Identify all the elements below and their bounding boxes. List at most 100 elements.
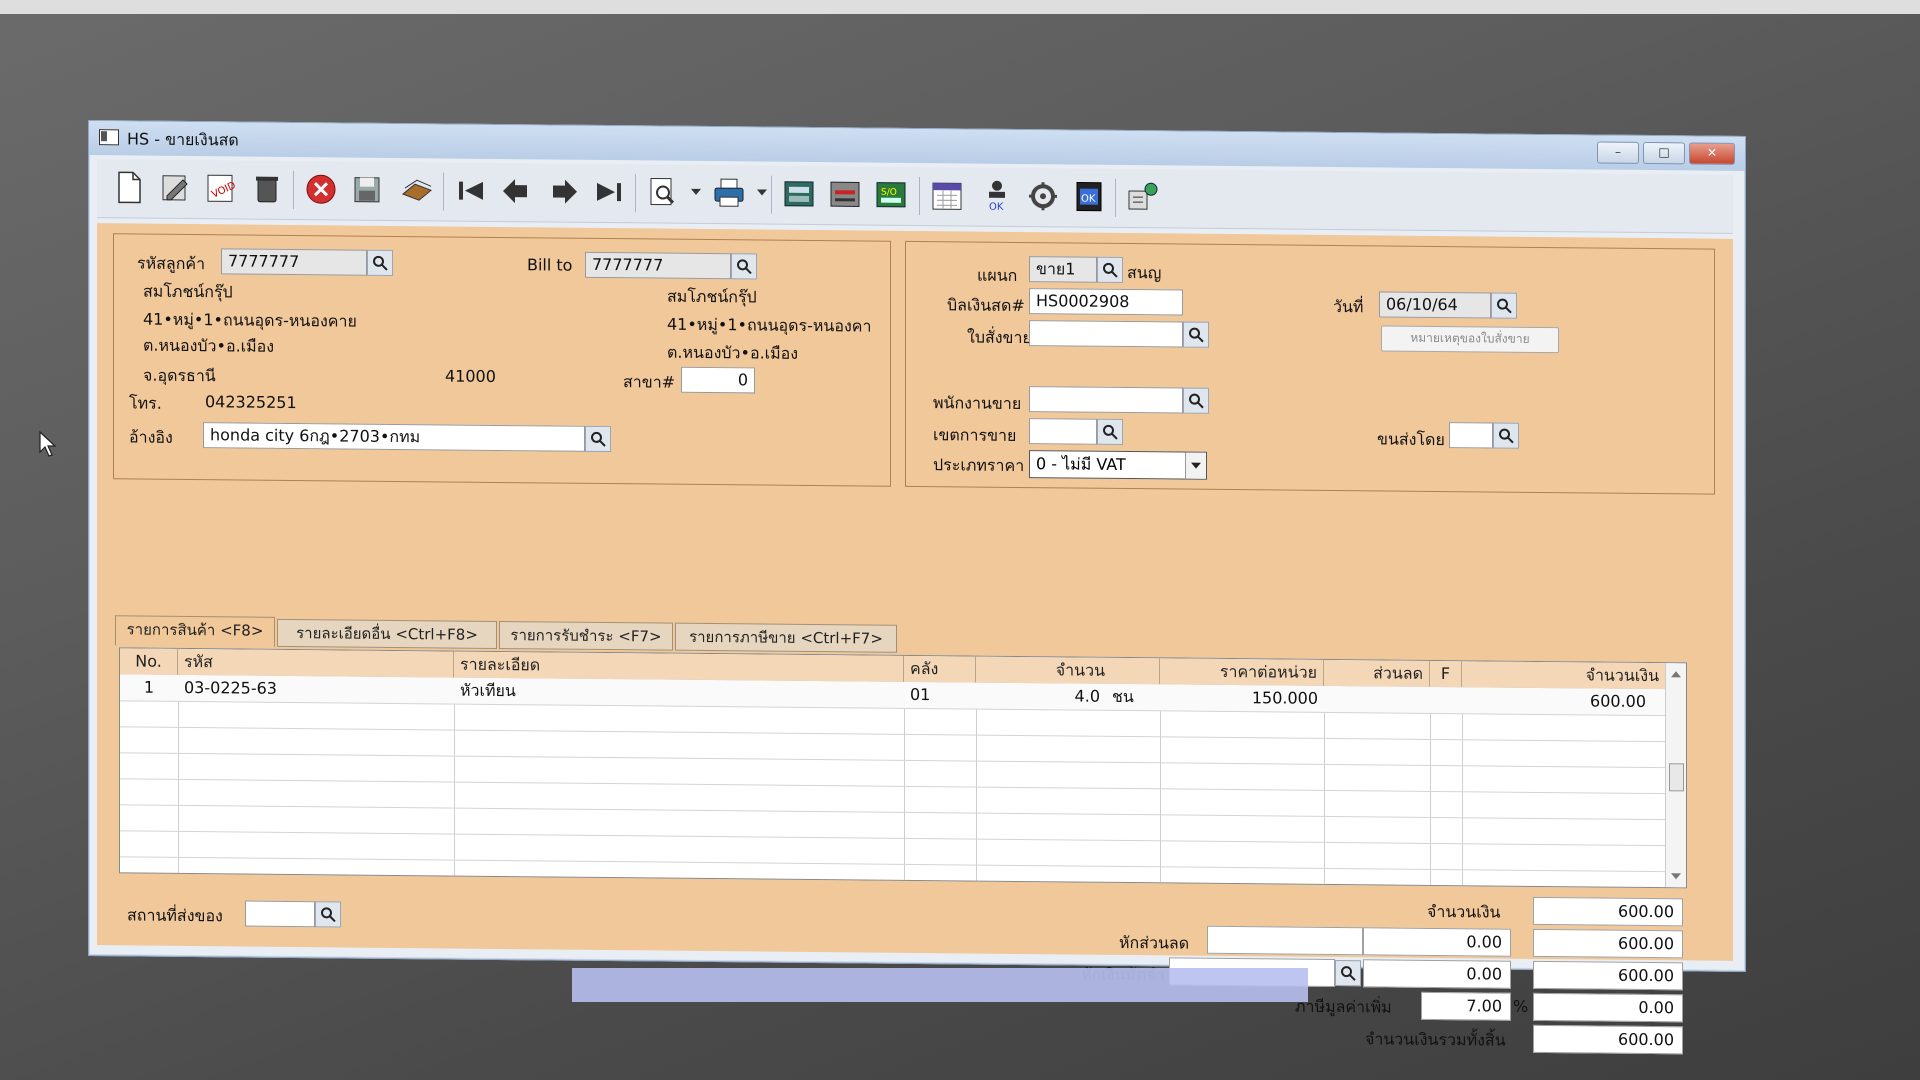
customer-addr1: 41•หมู่•1•ถนนอุดร-หนองคาย	[143, 309, 357, 331]
total-label: จำนวนเงินรวมทั้งสิ้น	[1365, 1029, 1506, 1050]
find-icon[interactable]	[643, 172, 683, 212]
branch-input[interactable]: 0	[681, 366, 755, 394]
department-input[interactable]: ขาย1	[1029, 256, 1097, 283]
ship-by-input[interactable]	[1449, 422, 1493, 449]
col-amount[interactable]: จำนวนเงิน	[1462, 661, 1666, 690]
customer-addr3: จ.อุดรธานี	[143, 365, 216, 386]
trash-icon[interactable]	[247, 169, 287, 209]
price-type-select[interactable]: 0 - ไม่มี VAT	[1029, 450, 1207, 480]
last-record-icon[interactable]	[589, 172, 629, 212]
col-unit-price[interactable]: ราคาต่อหน่วย	[1160, 658, 1324, 686]
report1-icon[interactable]	[779, 174, 819, 214]
calendar-icon[interactable]	[927, 175, 967, 215]
sales-order-input[interactable]	[1029, 320, 1183, 348]
department-search-icon[interactable]	[1097, 256, 1123, 283]
customer-addr2: ต.หนองบัว•อ.เมือง	[143, 335, 275, 356]
svg-text:OK: OK	[1081, 194, 1096, 205]
col-warehouse[interactable]: คลัง	[904, 655, 976, 683]
maximize-button[interactable]: □	[1643, 141, 1685, 165]
col-flag[interactable]: F	[1430, 660, 1462, 688]
scroll-down-icon[interactable]	[1671, 873, 1681, 880]
minimize-button[interactable]: –	[1597, 141, 1639, 164]
customer-name: สมโภชน์กรุ๊ป	[143, 281, 233, 302]
sales-area-label: เขตการขาย	[933, 425, 1017, 445]
next-record-icon[interactable]	[543, 171, 583, 211]
save-icon[interactable]	[347, 170, 387, 210]
ok-icon[interactable]: OK	[1069, 176, 1109, 216]
ship-by-label: ขนส่งโดย	[1377, 429, 1445, 450]
scroll-up-icon[interactable]	[1671, 671, 1681, 678]
grid-scrollbar[interactable]	[1665, 663, 1686, 888]
print-icon[interactable]	[709, 173, 749, 213]
vat-rate-input[interactable]: 7.00	[1421, 991, 1511, 1021]
col-discount[interactable]: ส่วนลด	[1324, 659, 1430, 687]
customer-phone: 042325251	[205, 392, 297, 413]
tab-payments[interactable]: รายการรับชำระ <F7>	[499, 620, 673, 651]
after-deposit-field: 600.00	[1533, 960, 1683, 991]
department-name: สนญ	[1127, 263, 1162, 283]
ship-by-search-icon[interactable]	[1493, 422, 1519, 449]
tab-sales-tax[interactable]: รายการภาษีขาย <Ctrl+F7>	[675, 622, 897, 653]
sales-order-note-button[interactable]: หมายเหตุของใบสั่งขาย	[1381, 325, 1559, 354]
col-code[interactable]: รหัส	[178, 648, 454, 678]
vat-percent-sign: %	[1513, 996, 1529, 1016]
sales-order-icon[interactable]: S/O	[871, 175, 911, 215]
date-picker-icon[interactable]	[1491, 292, 1517, 319]
ship-place-search-icon[interactable]	[315, 901, 341, 928]
col-no[interactable]: No.	[120, 648, 178, 675]
scroll-thumb[interactable]	[1669, 763, 1684, 792]
sales-area-search-icon[interactable]	[1097, 418, 1123, 445]
bill-number-input[interactable]: HS0002908	[1029, 288, 1183, 316]
amount-label: จำนวนเงิน	[1427, 901, 1501, 922]
discount-input[interactable]	[1207, 925, 1363, 956]
reference-search-icon[interactable]	[585, 425, 611, 453]
tab-other-details[interactable]: รายละเอียดอื่น <Ctrl+F8>	[277, 618, 497, 649]
ship-place-input[interactable]	[245, 900, 315, 928]
toolbar: VOID S/O OK OK	[97, 159, 1733, 234]
billto-code-input[interactable]: 7777777	[585, 251, 731, 280]
tools-icon[interactable]	[1023, 176, 1063, 216]
billto-label: Bill to	[527, 255, 573, 275]
new-doc-icon[interactable]	[109, 167, 149, 207]
sales-form: รหัสลูกค้า 7777777 สมโภชน์กรุ๊ป 41•หมู่•…	[97, 223, 1733, 1055]
salesman-search-icon[interactable]	[1183, 387, 1209, 414]
deposit-amount: 0.00	[1363, 959, 1511, 989]
tab-items[interactable]: รายการสินค้า <F8>	[115, 615, 275, 647]
cell-flag	[1430, 687, 1462, 713]
price-type-label: ประเภทราคา	[933, 455, 1025, 476]
billto-name: สมโภชน์กรุ๊ป	[667, 286, 757, 307]
cancel-icon[interactable]	[301, 169, 341, 209]
edit-icon[interactable]	[155, 168, 195, 208]
mouse-pointer-icon	[38, 430, 58, 458]
chevron-down-icon[interactable]	[1185, 452, 1206, 479]
report2-icon[interactable]	[825, 174, 865, 214]
copy-icon[interactable]	[397, 170, 437, 210]
approve-icon[interactable]: OK	[977, 176, 1017, 216]
salesman-input[interactable]	[1029, 386, 1183, 414]
customer-code-label: รหัสลูกค้า	[137, 253, 206, 274]
connect-icon[interactable]	[1123, 177, 1163, 217]
document-group	[905, 240, 1715, 495]
first-record-icon[interactable]	[451, 171, 491, 211]
customer-code-input[interactable]: 7777777	[221, 248, 367, 276]
date-input[interactable]: 06/10/64	[1379, 291, 1491, 319]
close-button[interactable]: ✕	[1689, 142, 1735, 165]
svg-text:OK: OK	[989, 202, 1004, 213]
price-type-value: 0 - ไม่มี VAT	[1036, 454, 1126, 475]
customer-search-icon[interactable]	[367, 249, 393, 276]
sales-order-search-icon[interactable]	[1183, 321, 1209, 348]
reference-label: อ้างอิง	[129, 427, 173, 447]
col-quantity[interactable]: จำนวน	[976, 656, 1160, 685]
discount-amount: 0.00	[1363, 927, 1511, 957]
sales-area-input[interactable]	[1029, 418, 1097, 445]
prev-record-icon[interactable]	[497, 171, 537, 211]
billto-addr2: ต.หนองบัว•อ.เมือง	[667, 342, 799, 363]
cell-discount	[1324, 686, 1430, 713]
billto-search-icon[interactable]	[731, 253, 757, 280]
cell-unit: ชน	[1112, 686, 1134, 707]
reference-input[interactable]: honda city 6กฎ•2703•กทม	[203, 422, 585, 452]
void-icon[interactable]: VOID	[201, 168, 241, 208]
discount-label: หักส่วนลด	[1119, 932, 1190, 953]
cell-code: 03-0225-63	[184, 677, 277, 698]
deposit-search-icon[interactable]	[1335, 960, 1361, 987]
